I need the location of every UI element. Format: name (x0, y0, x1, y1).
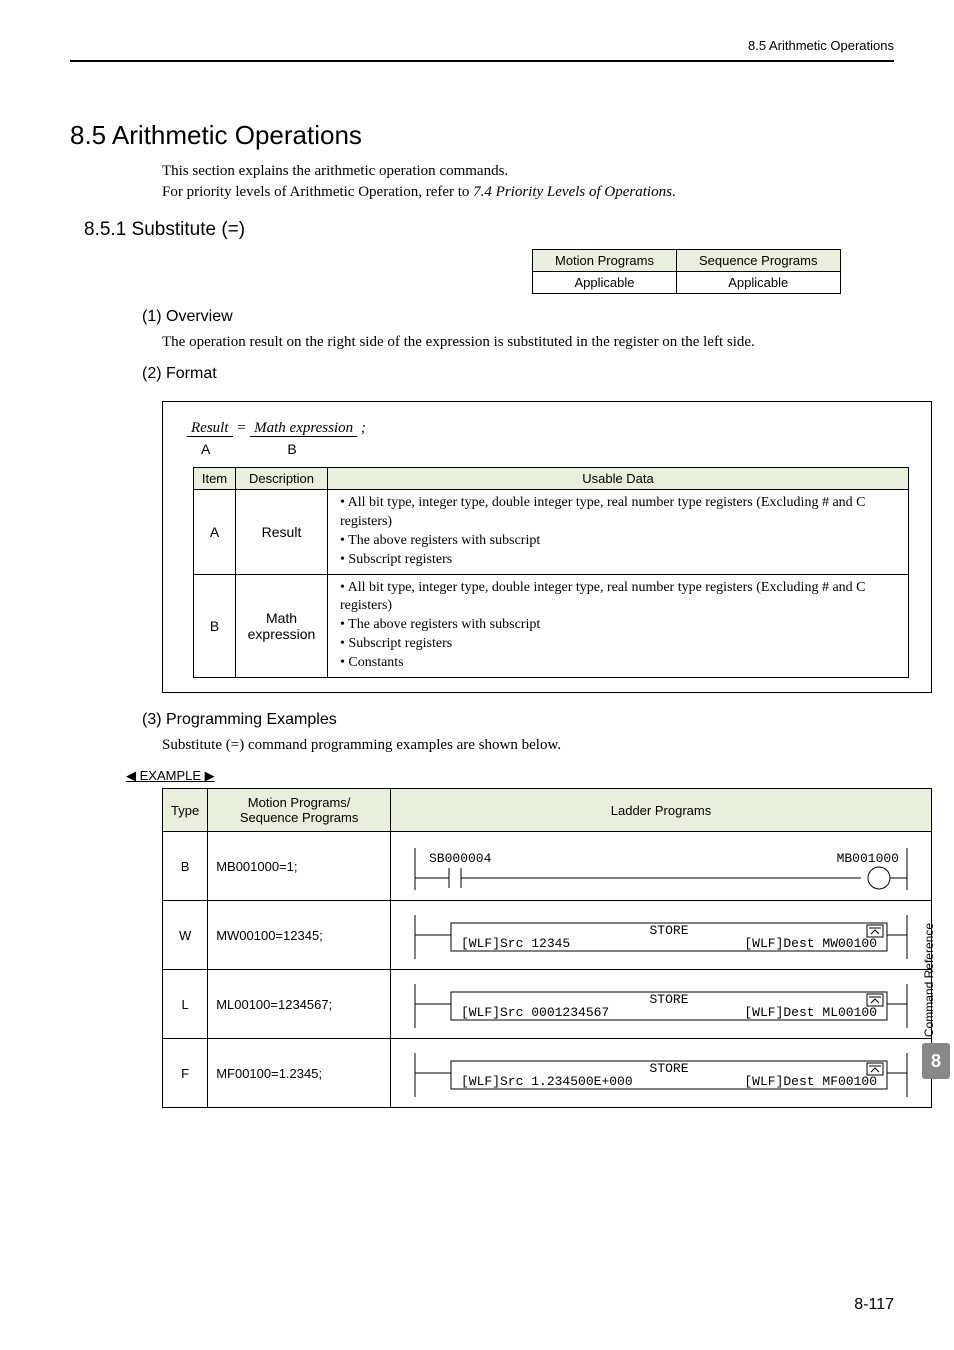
format-row: BMath expression All bit type, integer ty… (194, 574, 909, 677)
examples-table: Type Motion Programs/Sequence Programs L… (162, 788, 932, 1108)
examples-head-prog: Motion Programs/Sequence Programs (208, 789, 391, 832)
format-head-item: Item (194, 468, 236, 490)
applicability-table: Motion Programs Sequence Programs Applic… (532, 249, 841, 294)
examples-row: LML00100=1234567; STORE [WLF]Src 0001234… (163, 970, 932, 1039)
intro-line-1: This section explains the arithmetic ope… (162, 163, 508, 179)
header-rule (70, 60, 894, 62)
examples-cell-prog: MF00100=1.2345; (208, 1039, 391, 1108)
applic-val-sequence: Applicable (676, 272, 840, 294)
format-cell-usable: All bit type, integer type, double integ… (328, 490, 909, 575)
examples-cell-type: W (163, 901, 208, 970)
format-usable-item: All bit type, integer type, double integ… (340, 579, 900, 617)
formula-eq: = (233, 420, 251, 436)
format-head-usable: Usable Data (328, 468, 909, 490)
format-usable-item: Subscript registers (340, 635, 900, 654)
format-cell-usable: All bit type, integer type, double integ… (328, 574, 909, 677)
format-heading: (2) Format (142, 365, 894, 383)
format-table: Item Description Usable Data AResult All … (193, 467, 909, 678)
formula-label-b: B (287, 441, 296, 457)
ladder-dest-label: [WLF]Dest MF00100 (744, 1074, 877, 1089)
examples-cell-prog: ML00100=1234567; (208, 970, 391, 1039)
ladder-diagram: STORE [WLF]Src 12345 [WLF]Dest MW00100 (391, 901, 931, 969)
examples-row: BMB001000=1; SB000004 MB001000 (163, 832, 932, 901)
examples-cell-type: L (163, 970, 208, 1039)
example-marker: ◀ EXAMPLE ▶ (126, 768, 894, 784)
formula-semi: ; (357, 420, 366, 436)
examples-cell-type: B (163, 832, 208, 901)
examples-cell-ladder: STORE [WLF]Src 12345 [WLF]Dest MW00100 (391, 901, 932, 970)
intro-line-2a: For priority levels of Arithmetic Operat… (162, 184, 473, 200)
format-formula: Result = Math expression ; (187, 420, 915, 437)
ladder-right-label: MB001000 (837, 851, 899, 866)
examples-cell-ladder: STORE [WLF]Src 0001234567 [WLF]Dest ML00… (391, 970, 932, 1039)
applic-val-motion: Applicable (533, 272, 677, 294)
format-usable-item: The above registers with subscript (340, 532, 900, 551)
examples-row: FMF00100=1.2345; STORE [WLF]Src 1.234500… (163, 1039, 932, 1108)
intro-xref: 7.4 Priority Levels of Operations (473, 184, 672, 200)
page-number: 8-117 (854, 1296, 894, 1314)
example-arrow-left-icon: ◀ (126, 768, 136, 783)
examples-cell-ladder: STORE [WLF]Src 1.234500E+000 [WLF]Dest M… (391, 1039, 932, 1108)
examples-cell-ladder: SB000004 MB001000 (391, 832, 932, 901)
example-arrow-right-icon: ▶ (205, 768, 215, 783)
format-cell-desc: Result (236, 490, 328, 575)
format-row: AResult All bit type, integer type, doubl… (194, 490, 909, 575)
examples-heading: (3) Programming Examples (142, 711, 894, 729)
ladder-diagram: STORE [WLF]Src 1.234500E+000 [WLF]Dest M… (391, 1039, 931, 1107)
chapter-number-tab: 8 (922, 1043, 950, 1079)
overview-text: The operation result on the right side o… (162, 332, 894, 353)
examples-cell-type: F (163, 1039, 208, 1108)
format-usable-item: Subscript registers (340, 551, 900, 570)
format-usable-item: The above registers with subscript (340, 616, 900, 635)
format-cell-desc: Math expression (236, 574, 328, 677)
format-box: Result = Math expression ; A B Item Desc… (162, 401, 932, 693)
format-usable-item: Constants (340, 654, 900, 673)
applic-head-sequence: Sequence Programs (676, 250, 840, 272)
examples-cell-prog: MW00100=12345; (208, 901, 391, 970)
format-head-desc: Description (236, 468, 328, 490)
overview-heading: (1) Overview (142, 308, 894, 326)
subsection-title: 8.5.1 Substitute (=) (84, 219, 894, 241)
intro-line-2c: . (672, 184, 676, 200)
ladder-src-label: [WLF]Src 1.234500E+000 (461, 1074, 633, 1089)
formula-math: Math expression (250, 420, 357, 437)
ladder-diagram: SB000004 MB001000 (391, 832, 931, 900)
format-cell-item: A (194, 490, 236, 575)
ladder-store-label: STORE (649, 923, 688, 938)
section-title: 8.5 Arithmetic Operations (70, 120, 894, 151)
format-cell-item: B (194, 574, 236, 677)
header-breadcrumb: 8.5 Arithmetic Operations (748, 38, 894, 53)
example-marker-text: EXAMPLE (140, 768, 201, 783)
ladder-dest-label: [WLF]Dest ML00100 (744, 1005, 877, 1020)
ladder-dest-label: [WLF]Dest MW00100 (744, 936, 877, 951)
formula-label-a: A (201, 441, 210, 457)
ladder-store-label: STORE (649, 1061, 688, 1076)
ladder-src-label: [WLF]Src 12345 (461, 936, 570, 951)
ladder-src-label: [WLF]Src 0001234567 (461, 1005, 609, 1020)
side-tab: Command Reference 8 (922, 923, 950, 1079)
applic-head-motion: Motion Programs (533, 250, 677, 272)
formula-labels: A B (201, 441, 915, 457)
ladder-store-label: STORE (649, 992, 688, 1007)
formula-result: Result (187, 420, 233, 437)
examples-row: WMW00100=12345; STORE [WLF]Src 12345 [WL… (163, 901, 932, 970)
examples-intro: Substitute (=) command programming examp… (162, 735, 894, 756)
ladder-left-label: SB000004 (429, 851, 492, 866)
examples-head-ladder: Ladder Programs (391, 789, 932, 832)
examples-cell-prog: MB001000=1; (208, 832, 391, 901)
examples-head-type: Type (163, 789, 208, 832)
side-tab-label: Command Reference (922, 923, 936, 1037)
format-usable-item: All bit type, integer type, double integ… (340, 494, 900, 532)
ladder-diagram: STORE [WLF]Src 0001234567 [WLF]Dest ML00… (391, 970, 931, 1038)
